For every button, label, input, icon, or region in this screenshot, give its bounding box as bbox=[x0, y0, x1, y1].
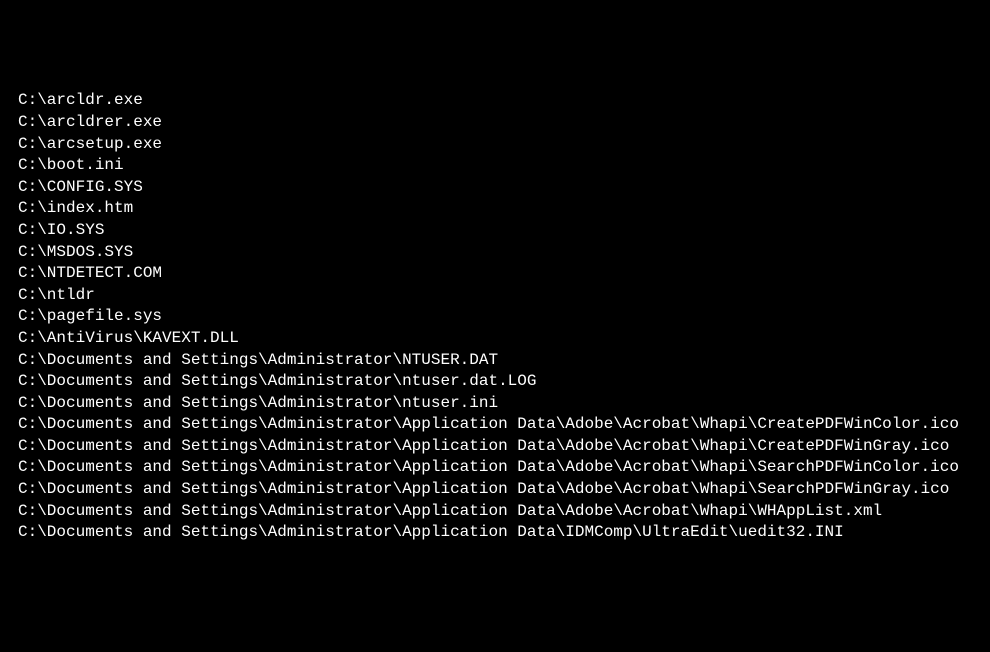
file-path-line: C:\pagefile.sys bbox=[18, 306, 972, 328]
file-path-line: C:\MSDOS.SYS bbox=[18, 242, 972, 264]
file-path-line: C:\NTDETECT.COM bbox=[18, 263, 972, 285]
file-path-line: C:\AntiVirus\KAVEXT.DLL bbox=[18, 328, 972, 350]
terminal-output: C:\arcldr.exeC:\arcldrer.exeC:\arcsetup.… bbox=[18, 90, 972, 543]
file-path-line: C:\Documents and Settings\Administrator\… bbox=[18, 371, 972, 393]
file-path-line: C:\CONFIG.SYS bbox=[18, 177, 972, 199]
file-path-line: C:\arcsetup.exe bbox=[18, 134, 972, 156]
file-path-line: C:\IO.SYS bbox=[18, 220, 972, 242]
file-path-line: C:\Documents and Settings\Administrator\… bbox=[18, 522, 972, 544]
file-path-line: C:\Documents and Settings\Administrator\… bbox=[18, 479, 972, 501]
file-path-line: C:\Documents and Settings\Administrator\… bbox=[18, 501, 972, 523]
file-path-line: C:\arcldr.exe bbox=[18, 90, 972, 112]
file-path-line: C:\ntldr bbox=[18, 285, 972, 307]
file-path-line: C:\boot.ini bbox=[18, 155, 972, 177]
file-path-line: C:\Documents and Settings\Administrator\… bbox=[18, 393, 972, 415]
file-path-line: C:\Documents and Settings\Administrator\… bbox=[18, 457, 972, 479]
file-path-line: C:\Documents and Settings\Administrator\… bbox=[18, 436, 972, 458]
file-path-line: C:\arcldrer.exe bbox=[18, 112, 972, 134]
file-path-line: C:\index.htm bbox=[18, 198, 972, 220]
file-path-line: C:\Documents and Settings\Administrator\… bbox=[18, 414, 972, 436]
file-path-line: C:\Documents and Settings\Administrator\… bbox=[18, 350, 972, 372]
